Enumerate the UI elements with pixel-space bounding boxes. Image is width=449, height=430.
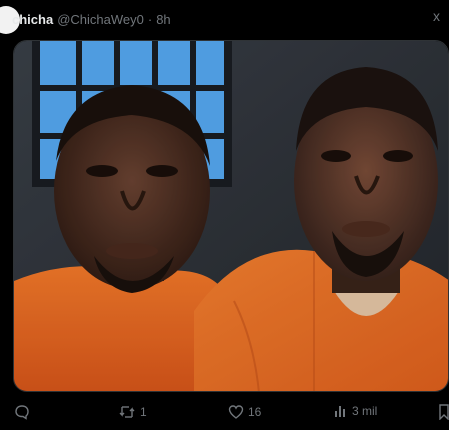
views-button[interactable]: 3 mil	[334, 404, 377, 418]
retweet-button[interactable]: 1	[118, 404, 147, 420]
bookmark-button[interactable]	[439, 404, 449, 420]
reply-icon	[14, 404, 30, 420]
tweet-actions: 1 16 3 mil	[0, 400, 449, 426]
like-count: 16	[248, 405, 262, 419]
retweet-icon	[118, 404, 136, 420]
bookmark-icon	[439, 404, 449, 420]
media-image	[14, 41, 448, 391]
reply-button[interactable]	[14, 404, 30, 420]
views-icon	[334, 404, 348, 418]
user-handle[interactable]: @ChichaWey0	[57, 12, 144, 27]
retweet-count: 1	[140, 405, 147, 419]
views-count: 3 mil	[352, 404, 378, 418]
heart-icon	[228, 404, 244, 420]
display-name[interactable]: chicha	[12, 12, 53, 27]
close-button[interactable]: x	[433, 9, 445, 23]
tweet-header: chicha @ChichaWey0 · 8h	[12, 10, 171, 28]
separator-dot: ·	[147, 11, 153, 27]
tweet-media[interactable]	[13, 40, 449, 392]
like-button[interactable]: 16	[228, 404, 261, 420]
timestamp[interactable]: 8h	[156, 12, 170, 27]
